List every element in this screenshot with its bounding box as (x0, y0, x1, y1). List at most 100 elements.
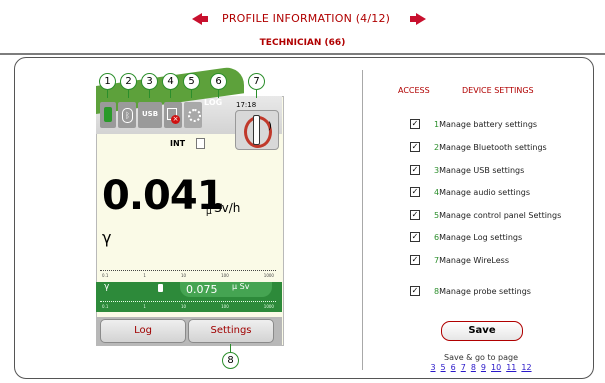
dose-scale-tick: 10 (180, 304, 187, 309)
page-link[interactable]: 11 (506, 363, 516, 372)
page-link[interactable]: 12 (521, 363, 531, 372)
access-row-bluetooth[interactable]: ✓ 2 Manage Bluetooth settings (410, 141, 547, 153)
bluetooth-slot: ᛒ (118, 102, 136, 128)
page-link[interactable]: 3 (430, 363, 435, 372)
access-row-label: Manage audio settings (439, 187, 531, 197)
usb-icon: USB (142, 110, 159, 118)
scale-tick: 1 (143, 273, 146, 278)
access-row-log[interactable]: ✓ 6 Manage Log settings (410, 231, 522, 243)
access-row-usb[interactable]: ✓ 3 Manage USB settings (410, 164, 524, 176)
vertical-divider (362, 70, 363, 370)
usb-slot: USB (138, 102, 162, 128)
scale-tick: 100 (221, 273, 229, 278)
access-row-wireless[interactable]: ✓ 7 Manage WireLess (410, 254, 509, 266)
access-row-battery[interactable]: ✓ 1 Manage battery settings (410, 118, 537, 130)
dose-scale-tick: 100 (221, 304, 229, 309)
access-checkbox[interactable]: ✓ (410, 165, 420, 175)
log-icon: LOG (204, 98, 223, 107)
int-label: INT (170, 139, 186, 148)
callout-8: 8 (222, 352, 239, 369)
dose-scale-tick: 0.1 (102, 304, 109, 309)
dose-probe-icon (158, 284, 163, 292)
save-button[interactable]: Save (441, 321, 523, 341)
device-settings-column-header: DEVICE SETTINGS (462, 86, 534, 95)
scale-tick: 1000 (263, 273, 274, 278)
dose-gamma-symbol: γ (104, 282, 110, 292)
access-row-label: Manage Bluetooth settings (439, 142, 547, 152)
battery-slot (100, 102, 116, 128)
dose-scale-tick: 1 (143, 304, 146, 309)
device-time: 17:18 (236, 101, 257, 109)
callout-5: 5 (183, 73, 200, 90)
dose-scale-ticks: 0.1 1 10 100 1000 (102, 304, 274, 309)
access-checkbox[interactable]: ✓ (410, 210, 420, 220)
wireless-signal-icon: ) (268, 121, 272, 132)
mute-icon: × (171, 115, 180, 124)
callout-stem (218, 90, 219, 98)
bluetooth-icon: ᛒ (122, 108, 133, 123)
audio-slot: × (164, 102, 182, 128)
dose-scale-tick: 1000 (263, 304, 274, 309)
header-divider (0, 53, 605, 55)
callout-3: 3 (141, 73, 158, 90)
callout-stem (170, 90, 171, 98)
callout-1: 1 (99, 73, 116, 90)
access-row-control-panel[interactable]: ✓ 5 Manage control panel Settings (410, 209, 561, 221)
access-checkbox[interactable]: ✓ (410, 286, 420, 296)
access-row-label: Manage control panel Settings (439, 210, 562, 220)
battery-icon (104, 107, 112, 122)
access-checkbox[interactable]: ✓ (410, 142, 420, 152)
int-probe-icon (196, 138, 205, 149)
page-link[interactable]: 10 (491, 363, 501, 372)
prev-profile-arrow-stem[interactable] (202, 16, 208, 22)
page-link[interactable]: 9 (481, 363, 486, 372)
page-title: PROFILE INFORMATION (4/12) (222, 12, 391, 25)
callout-stem (256, 90, 257, 98)
access-row-audio[interactable]: ✓ 4 Manage audio settings (410, 186, 530, 198)
page-link[interactable]: 7 (461, 363, 466, 372)
access-checkbox[interactable]: ✓ (410, 255, 420, 265)
gear-icon (188, 109, 201, 122)
dose-scale (100, 301, 276, 303)
page-links: 3 5 6 7 8 9 10 11 12 (398, 363, 564, 372)
scale-tick: 0.1 (102, 273, 109, 278)
access-row-label: Manage USB settings (439, 165, 525, 175)
access-row-probe[interactable]: ✓ 8 Manage probe settings (410, 285, 531, 297)
gamma-symbol: γ (102, 228, 112, 247)
device-settings-button: Settings (188, 319, 274, 343)
access-column-header: ACCESS (398, 86, 430, 95)
callout-stem (230, 344, 231, 352)
access-row-label: Manage probe settings (439, 286, 531, 296)
rate-scale (100, 270, 276, 272)
callout-stem (128, 90, 129, 98)
callout-7: 7 (248, 73, 265, 90)
next-profile-arrow-icon[interactable] (416, 13, 426, 25)
access-checkbox[interactable]: ✓ (410, 232, 420, 242)
page-link[interactable]: 5 (441, 363, 446, 372)
dose-rate-unit-prefix: μ (206, 207, 212, 217)
access-row-label: Manage Log settings (439, 232, 523, 242)
probe-button: ) (235, 110, 279, 150)
page-subtitle: TECHNICIAN (66) (259, 38, 346, 48)
control-panel-slot (184, 102, 202, 128)
prev-profile-arrow-icon[interactable] (192, 13, 202, 25)
dose-unit: μ Sv (232, 282, 250, 291)
callout-stem (191, 90, 192, 98)
rate-scale-ticks: 0.1 1 10 100 1000 (102, 273, 274, 278)
access-checkbox[interactable]: ✓ (410, 187, 420, 197)
page-link[interactable]: 6 (451, 363, 456, 372)
save-and-go-label: Save & go to page (443, 353, 519, 362)
device-log-button: Log (100, 319, 186, 343)
access-row-label: Manage battery settings (439, 119, 538, 129)
access-checkbox[interactable]: ✓ (410, 119, 420, 129)
scale-tick: 10 (180, 273, 187, 278)
dose-rate-unit: Sv/h (214, 201, 241, 215)
callout-stem (149, 90, 150, 98)
access-row-label: Manage WireLess (439, 255, 509, 265)
page-link[interactable]: 8 (471, 363, 476, 372)
callout-4: 4 (162, 73, 179, 90)
callout-stem (107, 90, 108, 98)
callout-2: 2 (120, 73, 137, 90)
dose-value: 0.075 (186, 283, 218, 296)
probe-icon (253, 115, 260, 145)
